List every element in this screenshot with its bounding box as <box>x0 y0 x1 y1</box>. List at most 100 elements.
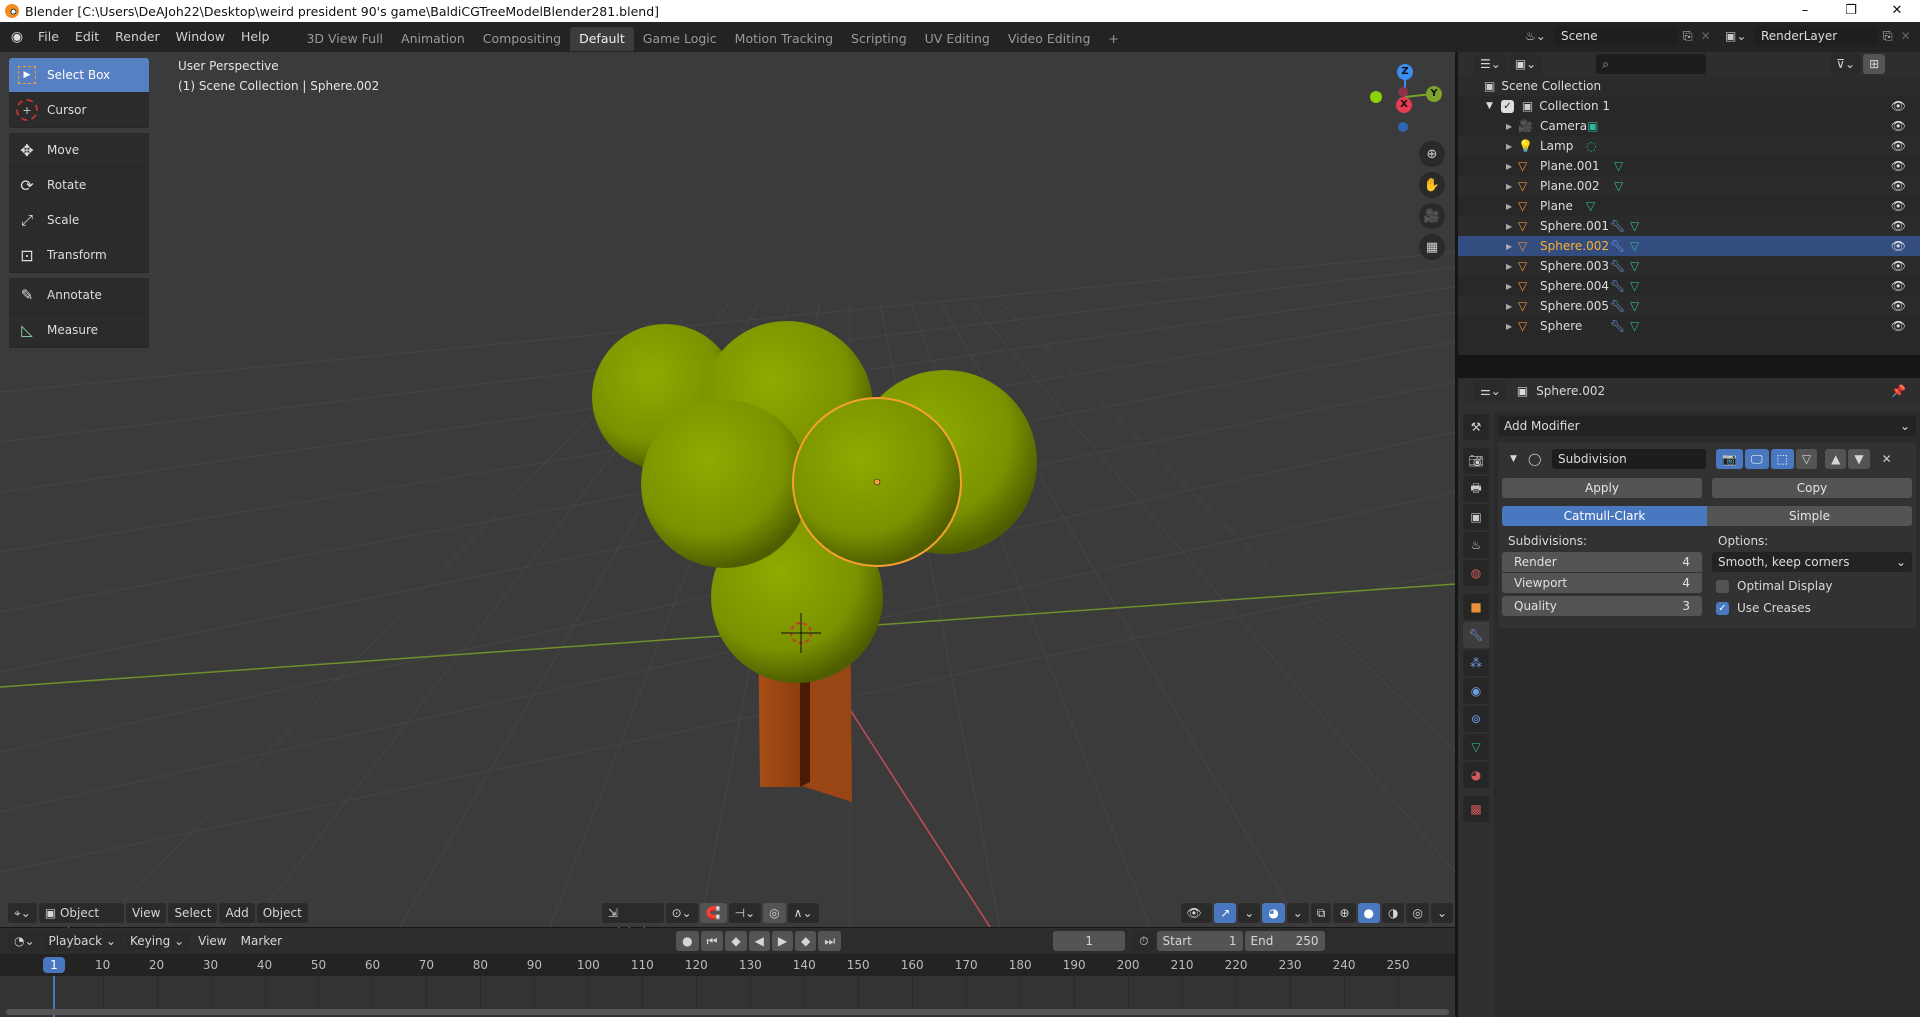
view-menu[interactable]: View <box>125 903 167 923</box>
visibility-eye-icon[interactable]: 👁 <box>1891 239 1906 253</box>
object-name[interactable]: Sphere.004 <box>1540 279 1610 293</box>
modifier-wrench-icon[interactable]: 🔧︎ <box>1610 239 1630 253</box>
tab-game-logic[interactable]: Game Logic <box>634 27 726 51</box>
object-name[interactable]: Sphere.001 <box>1540 219 1610 233</box>
expand-arrow-icon[interactable]: ▼ <box>1486 101 1493 111</box>
pan-view-button[interactable]: ✋ <box>1419 172 1445 198</box>
properties-tab-particles[interactable]: ⁂ <box>1463 650 1489 676</box>
new-collection-button[interactable]: ⊞ <box>1863 54 1886 74</box>
optimal-display-option[interactable]: Optimal Display <box>1712 576 1912 596</box>
scene-name-field[interactable]: Scene <box>1555 26 1677 46</box>
proportional-edit-toggle[interactable]: ◎ <box>763 903 786 923</box>
render-layer-field[interactable]: RenderLayer <box>1755 26 1877 46</box>
snap-target-dropdown[interactable]: ⊣⌄ <box>728 903 762 923</box>
tab-video-editing[interactable]: Video Editing <box>999 27 1100 51</box>
shading-dropdown[interactable]: ⌄ <box>1430 903 1454 923</box>
menu-edit[interactable]: Edit <box>67 22 107 52</box>
proportional-falloff-dropdown[interactable]: ∧⌄ <box>787 903 819 923</box>
remove-modifier-icon[interactable]: ✕ <box>1882 452 1892 466</box>
prev-keyframe-button[interactable]: ◆ <box>725 931 747 951</box>
object-mode-dropdown[interactable]: ▣ Object Mode ⌄ <box>38 903 124 940</box>
outliner-row-sphere-001[interactable]: ▶ ▽ Sphere.001 🔧︎ ▽ 👁 <box>1458 216 1920 236</box>
mesh-data-icon[interactable]: ▽ <box>1630 279 1639 293</box>
expand-arrow-icon[interactable]: ▶ <box>1506 242 1518 251</box>
outliner-row-plane-001[interactable]: ▶ ▽ Plane.001 ▽ 👁 <box>1458 156 1920 176</box>
display-mode-dropdown[interactable]: ▣⌄ <box>1508 54 1543 74</box>
tab-animation[interactable]: Animation <box>392 27 474 51</box>
object-name[interactable]: Plane.001 <box>1540 159 1614 173</box>
object-name[interactable]: Sphere.005 <box>1540 299 1610 313</box>
properties-tab-scene[interactable]: ♨ <box>1463 532 1489 558</box>
visibility-eye-icon[interactable]: 👁 <box>1891 259 1906 273</box>
tool-measure[interactable]: ◺ Measure <box>9 313 149 348</box>
play-reverse-button[interactable]: ◀ <box>748 931 770 951</box>
editmode-toggle[interactable]: ⬚ <box>1770 449 1794 469</box>
maximize-button[interactable]: ❐ <box>1828 0 1874 22</box>
current-frame-field[interactable]: 1 <box>1053 931 1126 951</box>
outliner-row-sphere-002[interactable]: ▶ ▽ Sphere.002 🔧︎ ▽ 👁 <box>1458 236 1920 256</box>
scene-collection-row[interactable]: ▣ Scene Collection <box>1458 76 1920 96</box>
properties-tab-tool[interactable]: ⚒ <box>1463 414 1489 440</box>
outliner-row-sphere-003[interactable]: ▶ ▽ Sphere.003 🔧︎ ▽ 👁 <box>1458 256 1920 276</box>
select-menu[interactable]: Select <box>168 903 218 923</box>
gizmo-z-axis[interactable]: Z <box>1397 64 1413 80</box>
tab-uv-editing[interactable]: UV Editing <box>916 27 999 51</box>
simple-option[interactable]: Simple <box>1707 506 1912 526</box>
marker-menu[interactable]: Marker <box>235 931 288 951</box>
expand-arrow-icon[interactable]: ▶ <box>1506 262 1518 271</box>
modifier-wrench-icon[interactable]: 🔧︎ <box>1610 279 1630 293</box>
mesh-data-icon[interactable]: ▽ <box>1630 239 1639 253</box>
pin-icon[interactable]: 📌 <box>1891 384 1906 398</box>
visibility-eye-icon[interactable]: 👁 <box>1891 99 1906 113</box>
shading-rendered[interactable]: ◎ <box>1406 903 1429 923</box>
visibility-eye-icon[interactable]: 👁 <box>1891 199 1906 213</box>
3d-viewport[interactable]: ▶ Select Box + Cursor ✥ Move ⟳ Rotate ⤢ … <box>0 52 1455 927</box>
tool-scale[interactable]: ⤢ Scale <box>9 203 149 238</box>
visibility-eye-icon[interactable]: 👁 <box>1891 139 1906 153</box>
camera-data-icon[interactable]: ▣ <box>1587 119 1598 133</box>
next-keyframe-button[interactable]: ◆ <box>795 931 817 951</box>
scene-icon[interactable]: ♨⌄ <box>1525 29 1555 43</box>
mesh-data-icon[interactable]: ▽ <box>1586 199 1595 213</box>
navigation-gizmo[interactable]: Z Y X <box>1360 57 1450 147</box>
object-name[interactable]: Plane.002 <box>1540 179 1614 193</box>
object-menu[interactable]: Object <box>256 903 308 923</box>
add-menu[interactable]: Add <box>219 903 255 923</box>
record-button[interactable]: ● <box>676 931 699 951</box>
expand-arrow-icon[interactable]: ▶ <box>1506 162 1518 171</box>
overlay-dropdown[interactable]: ⌄ <box>1286 903 1309 923</box>
mesh-data-icon[interactable]: ▽ <box>1630 219 1639 233</box>
expand-arrow-icon[interactable]: ▶ <box>1506 282 1518 291</box>
timeline-view-menu[interactable]: View <box>192 931 232 951</box>
properties-tab-render[interactable]: 📷︎ <box>1463 448 1489 474</box>
menu-window[interactable]: Window <box>168 22 233 52</box>
visibility-eye-icon[interactable]: 👁 <box>1891 179 1906 193</box>
visibility-eye-icon[interactable]: 👁 <box>1891 279 1906 293</box>
expand-arrow-icon[interactable]: ▶ <box>1506 302 1518 311</box>
transform-orientation-dropdown[interactable]: ⇲ Global ⌄ <box>601 903 664 960</box>
timeline-editor-type[interactable]: ◔⌄ <box>8 931 41 951</box>
visibility-eye-icon[interactable]: 👁 <box>1891 219 1906 233</box>
start-frame-field[interactable]: Start 1 <box>1156 931 1243 951</box>
object-name[interactable]: Sphere.002 <box>1540 239 1610 253</box>
outliner-row-plane-002[interactable]: ▶ ▽ Plane.002 ▽ 👁 <box>1458 176 1920 196</box>
delete-scene-icon[interactable]: ✕ <box>1701 29 1711 43</box>
visibility-eye-icon[interactable]: 👁 <box>1891 159 1906 173</box>
outliner-row-camera[interactable]: ▶ 🎥 Camera ▣ 👁 <box>1458 116 1920 136</box>
pivot-point-dropdown[interactable]: ⊙⌄ <box>665 903 698 923</box>
expand-arrow-icon[interactable]: ▶ <box>1506 122 1518 131</box>
outliner-row-sphere-004[interactable]: ▶ ▽ Sphere.004 🔧︎ ▽ 👁 <box>1458 276 1920 296</box>
tab-scripting[interactable]: Scripting <box>842 27 916 51</box>
blender-menu-icon[interactable]: ◉ <box>4 29 30 45</box>
tool-select-box[interactable]: ▶ Select Box <box>9 58 149 93</box>
gizmo-dropdown[interactable]: ⌄ <box>1238 903 1261 923</box>
render-layer-icon[interactable]: ▣⌄ <box>1725 29 1755 43</box>
object-name[interactable]: Sphere.003 <box>1540 259 1610 273</box>
collapse-arrow-icon[interactable]: ▼ <box>1502 454 1522 464</box>
play-button[interactable]: ▶ <box>771 931 794 951</box>
snap-toggle[interactable]: 🧲 <box>699 903 727 923</box>
outliner-row-plane[interactable]: ▶ ▽ Plane ▽ 👁 <box>1458 196 1920 216</box>
timeline-scrollbar[interactable] <box>6 1009 1449 1015</box>
uv-smooth-dropdown[interactable]: Smooth, keep corners ⌄ <box>1712 552 1912 572</box>
shading-wireframe[interactable]: ⊕ <box>1333 903 1356 923</box>
